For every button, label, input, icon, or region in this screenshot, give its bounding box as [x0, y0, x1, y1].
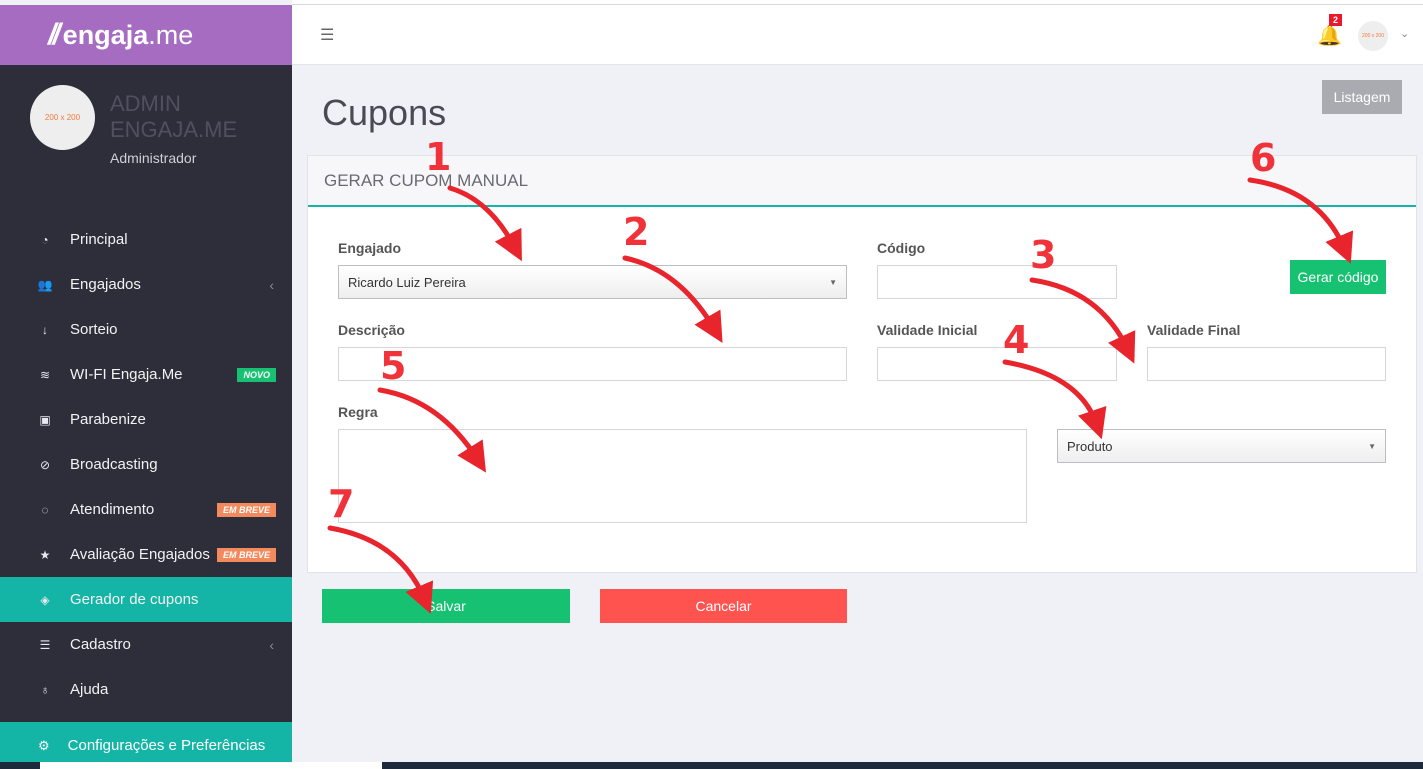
- gear-icon: ⚙: [38, 737, 50, 753]
- sidebar-item-cadastro[interactable]: ☰ Cadastro ‹: [0, 622, 292, 667]
- sidebar-item-sorteio[interactable]: ↓ Sorteio: [0, 307, 292, 352]
- os-taskbar: [0, 762, 1423, 769]
- profile-name: ADMIN ENGAJA.ME: [110, 91, 238, 142]
- sliders-icon: ☰: [39, 637, 51, 652]
- sidebar-item-gerador-cupons[interactable]: ◈ Gerador de cupons: [0, 577, 292, 622]
- descricao-label: Descrição: [338, 322, 405, 338]
- chevron-down-icon[interactable]: ⌄: [1400, 27, 1409, 40]
- sidebar-item-engajados[interactable]: 👥 Engajados ‹: [0, 262, 292, 307]
- profile: 200 x 200 ADMIN ENGAJA.ME Administrador: [30, 85, 290, 166]
- top-bar: ☰ 🔔 2 200 x 200 ⌄: [292, 5, 1423, 65]
- menu-toggle-icon[interactable]: ☰: [320, 25, 334, 45]
- sidebar-item-label: Avaliação Engajados: [70, 546, 210, 563]
- sidebar-item-broadcasting[interactable]: ⊘ Broadcasting: [0, 442, 292, 487]
- gift-icon: ▣: [39, 412, 51, 427]
- page-title: Cupons: [322, 92, 447, 133]
- wifi-icon: ≋: [39, 367, 51, 382]
- profile-role: Administrador: [110, 150, 197, 166]
- annotation-number-3: 3: [1030, 233, 1057, 277]
- new-badge: NOVO: [237, 367, 276, 382]
- sidebar: // engaja.me 200 x 200 ADMIN ENGAJA.ME A…: [0, 5, 292, 769]
- engajado-label: Engajado: [338, 240, 402, 256]
- caret-down-icon: ▼: [829, 278, 837, 287]
- sidebar-item-avaliacao[interactable]: ★ Avaliação Engajados EM BREVE: [0, 532, 292, 577]
- validade-final-label: Validade Final: [1147, 322, 1241, 338]
- sidebar-item-parabenize[interactable]: ▣ Parabenize: [0, 397, 292, 442]
- validade-inicial-label: Validade Inicial: [877, 322, 978, 338]
- user-avatar[interactable]: 200 x 200: [1358, 21, 1388, 51]
- sidebar-item-label: Ajuda: [70, 681, 109, 698]
- sidebar-item-label: Principal: [70, 231, 128, 248]
- sidebar-item-label: WI-FI Engaja.Me: [70, 366, 183, 383]
- engajado-select[interactable]: Ricardo Luiz Pereira ▼: [338, 265, 847, 299]
- codigo-label: Código: [877, 240, 926, 256]
- sidebar-item-wifi[interactable]: ≋ WI-FI Engaja.Me NOVO: [0, 352, 292, 397]
- regra-textarea[interactable]: [338, 429, 1027, 523]
- brand-suffix: .me: [148, 19, 194, 50]
- annotation-number-4: 4: [1003, 318, 1030, 362]
- coming-soon-badge: EM BREVE: [216, 502, 276, 517]
- save-button[interactable]: Salvar: [322, 589, 570, 623]
- brand-name: engaja: [62, 19, 149, 50]
- avatar: 200 x 200: [30, 85, 95, 150]
- dashboard-icon: ◔: [41, 232, 49, 247]
- sidebar-item-atendimento[interactable]: ◌ Atendimento EM BREVE: [0, 487, 292, 532]
- tipo-select[interactable]: Produto ▼: [1057, 429, 1386, 463]
- validade-inicial-input[interactable]: [877, 347, 1117, 381]
- annotation-number-1: 1: [425, 135, 452, 179]
- annotation-number-7: 7: [328, 482, 355, 526]
- sidebar-item-label: Configurações e Preferências: [67, 737, 266, 754]
- bell-icon[interactable]: 🔔: [1317, 23, 1342, 48]
- engajado-value: Ricardo Luiz Pereira: [348, 274, 466, 290]
- sidebar-item-label: Gerador de cupons: [70, 591, 199, 608]
- validade-final-input[interactable]: [1147, 347, 1386, 381]
- tipo-value: Produto: [1067, 438, 1113, 454]
- chevron-left-icon: ‹: [269, 636, 274, 653]
- sidebar-item-label: Engajados: [70, 276, 141, 293]
- sidebar-item-ajuda[interactable]: ♁ Ajuda: [0, 667, 292, 712]
- regra-label: Regra: [338, 404, 378, 420]
- brand-logo[interactable]: // engaja.me: [0, 5, 292, 65]
- sidebar-item-label: Atendimento: [70, 501, 155, 518]
- descricao-input[interactable]: [338, 347, 847, 381]
- logo-mark-icon: //: [48, 18, 61, 51]
- compass-icon: ⊘: [39, 457, 51, 472]
- chat-icon: ◌: [41, 502, 49, 517]
- star-icon: ★: [39, 547, 51, 562]
- tag-icon: ◈: [40, 592, 50, 607]
- sidebar-item-label: Cadastro: [70, 636, 131, 653]
- coming-soon-badge: EM BREVE: [216, 547, 276, 562]
- codigo-input[interactable]: [877, 265, 1117, 299]
- generate-code-button[interactable]: Gerar código: [1290, 260, 1386, 294]
- notification-count-badge: 2: [1329, 14, 1343, 26]
- sort-icon: ↓: [42, 322, 48, 337]
- caret-down-icon: ▼: [1368, 442, 1376, 451]
- cancel-button[interactable]: Cancelar: [600, 589, 847, 623]
- chevron-left-icon: ‹: [269, 276, 274, 293]
- annotation-number-6: 6: [1250, 136, 1277, 180]
- sidebar-item-label: Sorteio: [70, 321, 118, 338]
- users-icon: 👥: [37, 277, 53, 292]
- sidebar-nav: ◔ Principal 👥 Engajados ‹ ↓ Sorteio ≋ WI…: [0, 217, 292, 712]
- taskbar-window: [40, 762, 382, 769]
- annotation-number-2: 2: [623, 210, 650, 254]
- sidebar-item-principal[interactable]: ◔ Principal: [0, 217, 292, 262]
- sidebar-item-label: Broadcasting: [70, 456, 158, 473]
- annotation-number-5: 5: [380, 344, 407, 388]
- list-button[interactable]: Listagem: [1322, 80, 1402, 114]
- bulb-icon: ♁: [40, 682, 50, 697]
- sidebar-item-label: Parabenize: [70, 411, 146, 428]
